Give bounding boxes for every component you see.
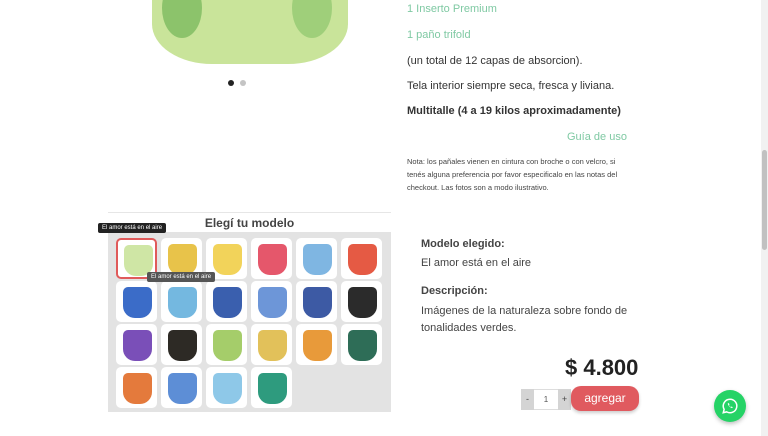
diaper-thumbnail	[168, 287, 197, 318]
desc-line-size: Multitalle (4 a 19 kilos aproximadamente…	[407, 105, 621, 117]
diaper-photo	[152, 0, 348, 64]
add-to-cart-button[interactable]: agregar	[571, 386, 639, 411]
diaper-thumbnail	[168, 373, 197, 404]
diaper-thumbnail	[258, 244, 287, 275]
hover-model-tooltip: El amor está en el aire	[147, 272, 216, 282]
selected-model-tooltip: El amor está en el aire	[98, 223, 167, 233]
model-swatch[interactable]	[296, 281, 337, 322]
product-image[interactable]	[150, 0, 350, 70]
quantity-input[interactable]: 1	[534, 389, 558, 410]
model-swatch[interactable]	[116, 324, 157, 365]
desc-note: Nota: los pañales vienen en cintura con …	[407, 157, 618, 192]
diaper-thumbnail	[123, 330, 152, 361]
diaper-thumbnail	[168, 330, 197, 361]
whatsapp-button[interactable]	[714, 390, 746, 422]
diaper-thumbnail	[258, 373, 287, 404]
model-swatch[interactable]	[251, 367, 292, 408]
whatsapp-icon	[722, 398, 738, 414]
model-swatch[interactable]	[251, 238, 292, 279]
model-swatch[interactable]	[341, 238, 382, 279]
model-swatch[interactable]	[116, 367, 157, 408]
increase-button[interactable]: +	[558, 389, 571, 410]
diaper-thumbnail	[348, 287, 377, 318]
diaper-thumbnail	[123, 287, 152, 318]
model-swatch[interactable]	[206, 324, 247, 365]
diaper-thumbnail	[258, 330, 287, 361]
diaper-thumbnail	[213, 244, 242, 275]
description-value: Imágenes de la naturaleza sobre fondo de…	[421, 305, 628, 334]
carousel-dot-1[interactable]	[228, 80, 234, 86]
decrease-button[interactable]: -	[521, 389, 534, 410]
model-swatch[interactable]	[206, 367, 247, 408]
swatch-grid	[116, 238, 382, 408]
guide-link[interactable]: Guía de uso	[567, 131, 627, 143]
model-swatch[interactable]	[296, 238, 337, 279]
desc-line-trifold: 1 paño trifold	[407, 29, 471, 41]
model-swatch[interactable]	[206, 281, 247, 322]
price: $ 4.800	[565, 355, 639, 380]
diaper-thumbnail	[348, 244, 377, 275]
model-swatch[interactable]	[161, 281, 202, 322]
diaper-thumbnail	[303, 244, 332, 275]
model-picker	[108, 232, 391, 412]
carousel-dot-2[interactable]	[240, 80, 246, 86]
carousel-dots	[228, 80, 246, 86]
diaper-thumbnail	[168, 244, 197, 275]
model-swatch[interactable]	[341, 281, 382, 322]
diaper-thumbnail	[213, 287, 242, 318]
diaper-thumbnail	[213, 373, 242, 404]
model-swatch[interactable]	[341, 324, 382, 365]
model-swatch[interactable]	[161, 367, 202, 408]
desc-line-absorption: (un total de 12 capas de absorcion).	[407, 55, 583, 67]
model-swatch[interactable]	[251, 281, 292, 322]
diaper-thumbnail	[258, 287, 287, 318]
model-swatch[interactable]	[251, 324, 292, 365]
desc-line-fabric: Tela interior siempre seca, fresca y liv…	[407, 80, 615, 92]
model-swatch[interactable]	[116, 281, 157, 322]
description-label: Descripción:	[421, 285, 488, 297]
page-scrollbar[interactable]	[761, 0, 768, 436]
diaper-thumbnail	[213, 330, 242, 361]
diaper-thumbnail	[348, 330, 377, 361]
desc-line-insert: 1 Inserto Premium	[407, 3, 497, 15]
model-swatch[interactable]	[296, 324, 337, 365]
diaper-thumbnail	[123, 373, 152, 404]
diaper-thumbnail	[303, 287, 332, 318]
scrollbar-thumb[interactable]	[762, 150, 767, 250]
model-swatch[interactable]	[161, 324, 202, 365]
diaper-thumbnail	[303, 330, 332, 361]
quantity-stepper: - 1 +	[521, 389, 571, 410]
model-label: Modelo elegido:	[421, 238, 505, 250]
model-value: El amor está en el aire	[421, 257, 532, 269]
